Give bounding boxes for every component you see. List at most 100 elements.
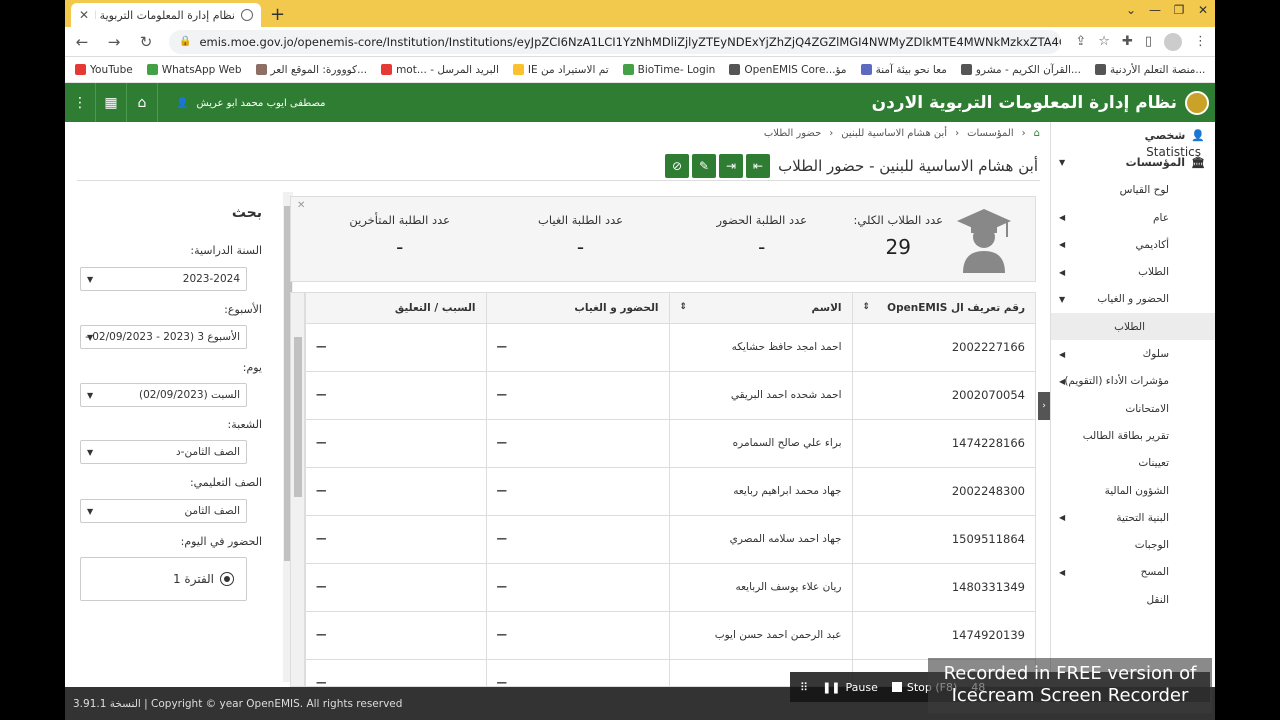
student-name: احمد شحده احمد البريقي	[668, 371, 852, 420]
student-name: براء علي صالح السمامره	[668, 419, 852, 468]
side-panel-icon[interactable]: ▯	[1145, 34, 1152, 49]
extensions-icon[interactable]: ✚	[1122, 34, 1133, 49]
edit-icon[interactable]: ✎	[692, 154, 716, 178]
sidebar-item[interactable]: أكاديمي ◀	[1051, 231, 1215, 258]
share-icon[interactable]: ⇪	[1075, 34, 1086, 49]
bookmark-item[interactable]: القرآن الكريم - مشرو...	[960, 64, 1081, 76]
section-select[interactable]: الصف الثامن-د ▼	[80, 440, 247, 464]
new-tab-icon[interactable]: +	[270, 4, 285, 25]
page-toolbar: ⊘ ✎ ⇥ ⇤	[665, 154, 770, 178]
more-menu-icon[interactable]: ⋮	[65, 83, 96, 123]
section-label: الشعبة:	[227, 418, 262, 431]
sidebar-item-label: Statistics	[1146, 144, 1201, 159]
bookmark-item[interactable]: منصة التعلم الأردنية...	[1094, 64, 1205, 76]
bookmark-favicon-icon	[146, 64, 158, 75]
user-icon: 👤	[176, 97, 189, 109]
sidebar-toggle-icon[interactable]: ›	[1038, 392, 1050, 420]
sidebar-item[interactable]: لوح القياس	[1051, 177, 1215, 204]
page-title: أبن هشام الاساسية للبنين - حضور الطلاب	[778, 157, 1038, 175]
bookmark-item[interactable]: YouTube	[75, 64, 133, 76]
breadcrumb-home-icon[interactable]: ⌂	[1034, 128, 1040, 139]
bookmarks-bar: YouTube WhatsApp Web كووورة: الموقع العر..…	[65, 57, 1215, 83]
bookmark-item[interactable]: mot... - البريد المرسل	[381, 64, 499, 76]
section-value: الصف الثامن-د	[176, 446, 240, 458]
apps-grid-icon[interactable]: ▦	[96, 83, 127, 123]
period-radio-group: الفترة 1	[80, 557, 247, 601]
col-name-label: الاسم	[811, 301, 842, 314]
col-openemis-id-label: رقم تعريف ال OpenEMIS	[887, 301, 1025, 314]
sidebar-item-label: الامتحانات	[1125, 402, 1169, 415]
bookmark-item[interactable]: معا نحو بيئة آمنة	[860, 64, 947, 76]
period-radio[interactable]	[220, 572, 234, 586]
chevron-left-icon: ◀	[1059, 213, 1066, 223]
sort-icon[interactable]: ⇕	[680, 302, 688, 312]
sidebar-item-label: الحضور و الغياب	[1097, 293, 1169, 306]
bookmark-item[interactable]: كووورة: الموقع العر...	[255, 64, 367, 76]
sidebar-item[interactable]: البنية التحتية ◀	[1051, 504, 1215, 531]
export-icon[interactable]: ⇤	[746, 154, 770, 178]
sidebar-item[interactable]: سلوك ◀	[1051, 340, 1215, 367]
profile-avatar[interactable]	[1164, 32, 1182, 51]
chevron-left-icon: ◀	[1059, 376, 1066, 386]
browser-menu-icon[interactable]: ⋮	[1194, 34, 1207, 49]
bookmark-star-icon[interactable]: ☆	[1098, 34, 1110, 49]
sidebar-item[interactable]: الوجبات	[1051, 531, 1215, 558]
bookmark-item[interactable]: WhatsApp Web	[146, 64, 242, 76]
sidebar-item[interactable]: المسح ◀	[1051, 559, 1215, 586]
sidebar-item[interactable]: مؤشرات الأداء (التقويم) ◀	[1051, 368, 1215, 395]
pause-button[interactable]: ❚❚ Pause	[822, 681, 878, 694]
close-icon[interactable]: ✕	[297, 200, 305, 211]
sidebar-item-label: الشؤون المالية	[1104, 484, 1169, 497]
home-icon[interactable]: ⌂	[127, 83, 158, 123]
hide-icon[interactable]: ⊘	[665, 154, 689, 178]
col-openemis-id[interactable]: رقم تعريف ال OpenEMIS⇕☰	[841, 293, 1035, 324]
tab-close-icon[interactable]: ✕	[79, 8, 89, 22]
bookmark-label: YouTube	[90, 63, 133, 76]
window-close-icon[interactable]: ✕	[1191, 0, 1215, 27]
back-icon[interactable]: ←	[73, 33, 91, 51]
sort-icon[interactable]: ⇕	[863, 302, 871, 312]
sidebar-item[interactable]: تقرير بطاقة الطالب	[1051, 422, 1215, 449]
sidebar-item[interactable]: الامتحانات	[1051, 395, 1215, 422]
forward-icon[interactable]: →	[105, 33, 123, 51]
day-select[interactable]: السبت (02/09/2023) ▼	[80, 383, 247, 407]
breadcrumb-school[interactable]: أبن هشام الاساسية للبنين	[841, 128, 947, 139]
bookmark-item[interactable]: IE تم الاستيراد من	[512, 64, 609, 76]
student-id: 1509511864	[851, 515, 1035, 564]
sidebar-item-statistics[interactable]: Statistics	[1136, 138, 1215, 165]
col-name[interactable]: الاسم⇕☰	[658, 293, 852, 324]
sidebar-item[interactable]: النقل	[1051, 586, 1215, 613]
student-name: عبد الرحمن احمد حسن ايوب	[668, 611, 852, 660]
browser-tab[interactable]: نظام إدارة المعلومات التربوية الارد... ✕	[71, 3, 261, 27]
col-attendance-label: الحضور و الغياب	[574, 301, 659, 314]
user-menu[interactable]: 👤 مصطفى ايوب محمد ابو عريش	[158, 98, 326, 109]
bookmark-item[interactable]: BioTime- Login	[622, 64, 715, 76]
grade-select[interactable]: الصف الثامن ▼	[80, 499, 247, 523]
table-scrollbar[interactable]	[291, 293, 305, 686]
student-graduate-icon	[957, 209, 1011, 273]
import-icon[interactable]: ⇥	[719, 154, 743, 178]
stat-present-label: عدد الطلبة الحضور	[716, 213, 808, 227]
reload-icon[interactable]: ↻	[137, 33, 155, 51]
sidebar-item[interactable]: الطلاب ◀	[1051, 258, 1215, 285]
sidebar-item[interactable]: الشؤون المالية	[1051, 477, 1215, 504]
bookmark-item[interactable]: OpenEMIS Core...مؤ	[729, 64, 847, 76]
student-name: احمد امجد حافظ حشايكه	[668, 323, 852, 372]
url-field[interactable]: 🔒 emis.moe.gov.jo/openemis-core/Institut…	[169, 29, 1062, 54]
sidebar-item[interactable]: الطلاب	[1051, 313, 1215, 341]
drag-handle-icon[interactable]: ⠿	[800, 681, 808, 694]
breadcrumb-institutions[interactable]: المؤسسات	[967, 128, 1014, 139]
sidebar-item[interactable]: عام ◀	[1051, 204, 1215, 231]
attendance-cell: —	[485, 659, 669, 686]
reason-cell: —	[305, 371, 486, 420]
restore-icon[interactable]: ❐	[1167, 0, 1191, 27]
search-panel: بحث السنة الدراسية: 2023-2024 ▼ الأسبوع:…	[80, 192, 293, 682]
tab-search-icon[interactable]: ⌄	[1119, 0, 1143, 27]
week-select[interactable]: الأسبوع 3 (2023 - 02/09/2023 - 2023/... …	[80, 325, 247, 349]
minimize-icon[interactable]: —	[1143, 0, 1167, 27]
sidebar-item[interactable]: الحضور و الغياب ▼	[1051, 286, 1215, 313]
student-name: جهاد محمد ابراهيم ربايعه	[668, 467, 852, 516]
sidebar-item[interactable]: تعيينات	[1051, 450, 1215, 477]
reason-cell: —	[305, 515, 486, 564]
academic-year-select[interactable]: 2023-2024 ▼	[80, 267, 247, 291]
